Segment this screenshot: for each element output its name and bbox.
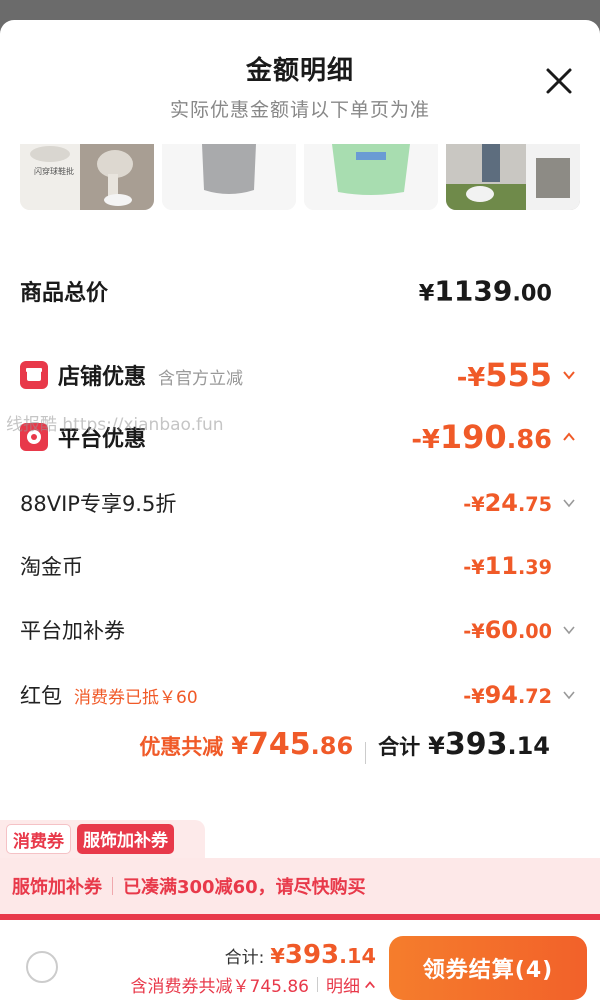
coupon-tags: 消费券 服饰加补券	[0, 820, 205, 858]
sheet-subtitle: 实际优惠金额请以下单页为准	[169, 99, 430, 121]
platform-coupon-value: -¥60.00	[463, 616, 552, 644]
sheet-title: 金额明细	[245, 56, 354, 86]
apparel-coupon-tag: 服饰加补券	[77, 824, 174, 854]
red-packet-row[interactable]: 红包 消费券已抵￥60 -¥94.72	[0, 672, 600, 718]
red-packet-note: 消费券已抵￥60	[74, 688, 198, 708]
platform-icon	[20, 423, 48, 451]
detail-toggle[interactable]: 明细	[326, 972, 376, 997]
summary-divider	[365, 742, 367, 764]
platform-discount-row[interactable]: 平台优惠 -¥190.86	[0, 414, 600, 460]
total-price-value: ¥1139.00	[418, 274, 552, 308]
checkout-summary: 合计: ¥393.14 含消费券共减￥745.86 明细	[131, 940, 376, 997]
product-thumbnail[interactable]	[162, 144, 296, 210]
promo-banner[interactable]: 服饰加补券 已凑满300减60，请尽快购买	[0, 858, 600, 914]
chevron-down-icon	[563, 371, 575, 380]
chevron-down-icon	[563, 626, 575, 635]
discount-total-label: 优惠共减	[139, 735, 224, 759]
platform-discount-value: -¥190.86	[411, 418, 552, 456]
coins-discount-value: -¥11.39	[463, 552, 552, 580]
checkout-bar: 合计: ¥393.14 含消费券共减￥745.86 明细 领券结算(4)	[0, 920, 600, 1005]
chevron-down-icon	[563, 499, 575, 508]
chevron-up-icon	[563, 432, 575, 441]
store-discount-note: 含官方立减	[158, 369, 244, 389]
store-discount-label: 店铺优惠 含官方立减	[58, 365, 244, 390]
total-price-row: 商品总价 ¥1139.00	[0, 268, 600, 314]
close-icon	[546, 68, 572, 94]
product-thumbnail[interactable]	[304, 144, 438, 210]
checkout-total-value: ¥393.14	[270, 940, 376, 970]
platform-discount-label: 平台优惠	[58, 427, 147, 452]
amount-detail-sheet: 金额明细 实际优惠金额请以下单页为准 闪穿球鞋批 线报酷 https://xia…	[0, 20, 600, 1005]
thumb-caption: 闪穿球鞋批	[34, 166, 74, 176]
summary-row: 优惠共减 ¥745.86 合计 ¥393.14	[139, 727, 550, 779]
detail-divider	[317, 977, 318, 992]
close-button[interactable]	[544, 66, 574, 96]
discount-total-value: ¥745.86	[231, 727, 354, 762]
store-discount-value: -¥555	[456, 356, 552, 394]
vip-discount-row[interactable]: 88VIP专享9.5折 -¥24.75	[0, 480, 600, 526]
sheet-header: 金额明细 实际优惠金额请以下单页为准	[0, 50, 600, 122]
red-packet-label: 红包 消费券已抵￥60	[20, 684, 198, 708]
promo-name: 服饰加补券	[12, 877, 102, 898]
checkout-button[interactable]: 领券结算(4)	[389, 936, 587, 1000]
checkout-discount-text: 含消费券共减￥745.86	[130, 977, 309, 997]
checkout-total-label: 合计:	[224, 948, 265, 968]
product-thumbnail[interactable]	[446, 144, 580, 210]
product-thumbnail[interactable]: 闪穿球鞋批	[20, 144, 154, 210]
promo-divider	[112, 877, 113, 895]
chevron-up-icon	[365, 980, 375, 988]
grand-total-value: ¥393.14	[428, 727, 550, 762]
coins-discount-label: 淘金币	[20, 555, 83, 579]
store-icon	[20, 361, 48, 389]
vip-discount-label: 88VIP专享9.5折	[20, 492, 177, 516]
product-thumbnails: 闪穿球鞋批	[0, 144, 600, 212]
promo-text: 已凑满300减60，请尽快购买	[123, 877, 366, 898]
grand-total-label: 合计	[378, 735, 421, 759]
consumption-coupon-tag: 消费券	[6, 824, 71, 854]
total-price-label: 商品总价	[20, 281, 109, 306]
coins-discount-row: 淘金币 -¥11.39	[0, 543, 600, 589]
platform-coupon-row[interactable]: 平台加补券 -¥60.00	[0, 607, 600, 653]
store-discount-row[interactable]: 店铺优惠 含官方立减 -¥555	[0, 352, 600, 398]
red-packet-value: -¥94.72	[463, 681, 552, 709]
select-all-radio[interactable]	[26, 951, 58, 983]
platform-coupon-label: 平台加补券	[20, 619, 125, 643]
chevron-down-icon	[563, 691, 575, 700]
vip-discount-value: -¥24.75	[463, 489, 552, 517]
